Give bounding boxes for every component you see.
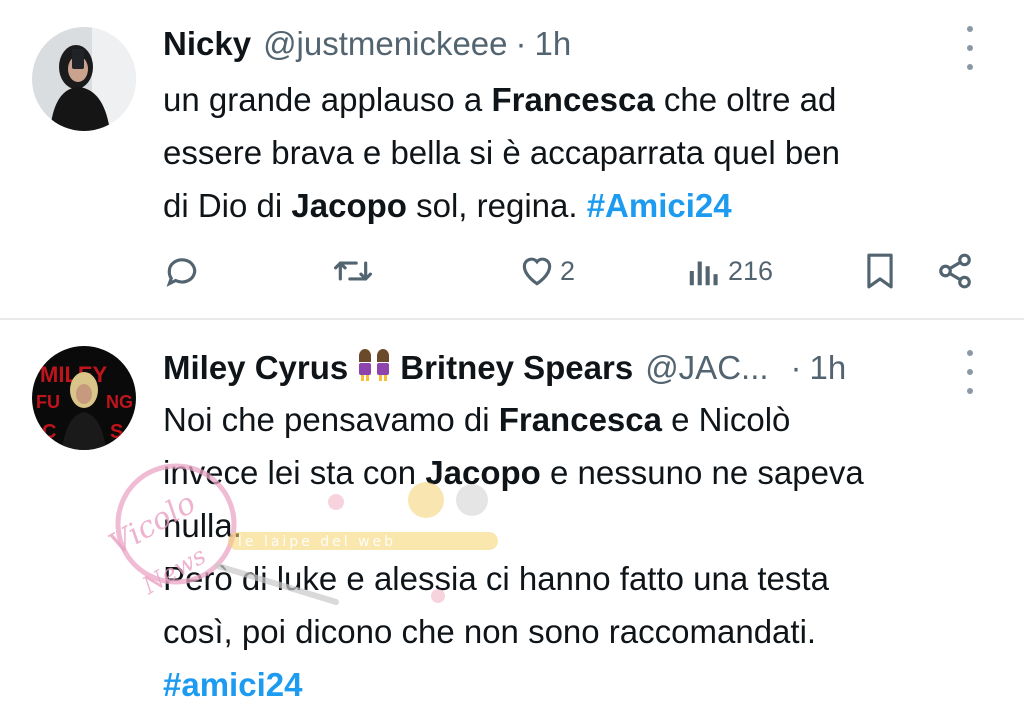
tweet-text: Noi che pensavamo di Francesca e Nicolò … [163,393,1003,711]
text-segment: di Dio di [163,187,292,224]
tweet-text: un grande applauso a Francesca che oltre… [163,73,1003,232]
like-button[interactable]: 2 [518,252,575,290]
svg-text:S: S [110,421,123,443]
text-bold: Jacopo [291,187,407,224]
separator: · [515,25,527,62]
share-button[interactable] [936,252,974,290]
reply-icon [166,258,197,287]
retweet-icon [334,261,372,281]
text-segment: Però di luke e alessia ci hanno fatto un… [163,560,829,597]
bookmark-button[interactable] [864,252,896,290]
svg-text:NG: NG [106,392,133,412]
text-bold: Francesca [491,81,655,118]
display-name[interactable]: Nicky [163,25,251,63]
more-icon[interactable] [960,26,980,70]
timestamp[interactable]: 1h [810,349,847,387]
user-handle[interactable]: @JAC... [645,349,768,387]
like-count: 2 [560,255,576,286]
views-icon [689,261,718,286]
action-bar: 2 216 [0,246,1024,302]
hashtag-link[interactable]: #Amici24 [587,187,732,224]
text-segment: e nessuno ne sapeva [540,454,864,491]
text-segment: e Nicolò [661,401,791,438]
timestamp[interactable]: 1h [535,25,572,63]
like-icon [522,257,552,286]
retweet-button[interactable] [332,252,374,290]
avatar[interactable] [32,27,136,131]
text-segment: un grande applauso a [163,81,492,118]
svg-text:FU: FU [36,392,60,412]
more-icon[interactable] [960,350,980,394]
view-count: 216 [728,255,774,286]
text-segment: essere brava e bella si è accaparrata qu… [163,134,840,171]
bookmark-icon [867,253,893,289]
display-name[interactable]: Miley Cyrus [163,349,348,387]
tweet-header: Nicky @justmenickeee · 1h [163,24,571,64]
display-name-2[interactable]: Britney Spears [400,349,633,387]
hashtag-link[interactable]: #amici24 [163,666,302,703]
text-segment: sol, regina. [406,187,587,224]
text-segment: che oltre ad [654,81,837,118]
user-handle[interactable]: @justmenickeee [263,25,507,63]
text-segment: nulla. [163,507,242,544]
couple-emoji-icon [352,347,396,389]
text-bold: Francesca [498,401,662,438]
text-bold: Jacopo [425,454,541,491]
share-icon [939,253,971,289]
svg-text:C: C [42,421,56,443]
avatar[interactable]: MILEY FU NG C S [32,346,136,450]
text-segment: così, poi dicono che non sono raccomanda… [163,613,817,650]
tweet-nicky[interactable]: Nicky @justmenickeee · 1h un grande appl… [0,0,1024,318]
views-button[interactable]: 216 [688,252,773,290]
reply-button[interactable] [163,252,201,290]
text-segment: Noi che pensavamo di [163,401,499,438]
text-segment: invece lei sta con [163,454,426,491]
separator: · [790,349,802,386]
tweet-miley[interactable]: MILEY FU NG C S Miley Cyrus Britney Spea… [0,320,1024,711]
tweet-header: Miley Cyrus Britney Spears @JAC... · 1h [163,348,846,388]
